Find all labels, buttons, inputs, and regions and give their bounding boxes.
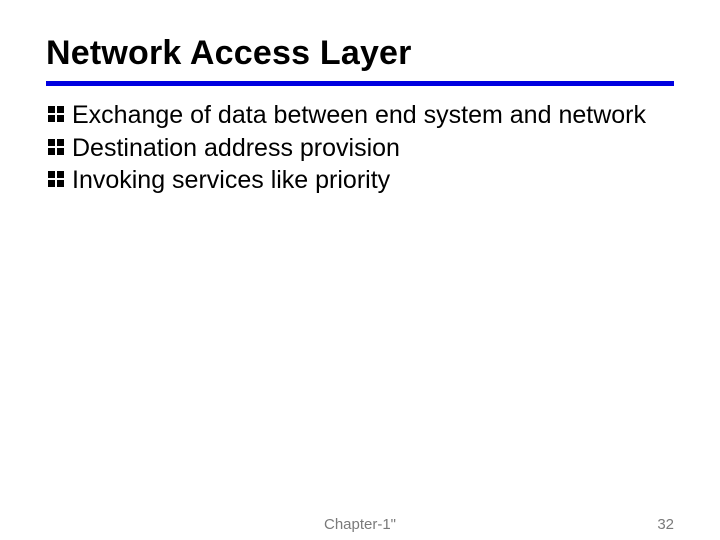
bullet-icon <box>48 106 64 122</box>
title-underline <box>46 81 674 86</box>
slide: Network Access Layer Exchange of data be… <box>0 0 720 540</box>
slide-title: Network Access Layer <box>46 34 674 79</box>
bullet-list: Exchange of data between end system and … <box>46 100 674 196</box>
page-number: 32 <box>657 516 674 533</box>
list-item: Destination address provision <box>48 133 674 164</box>
bullet-text: Exchange of data between end system and … <box>72 100 674 131</box>
list-item: Exchange of data between end system and … <box>48 100 674 131</box>
bullet-text: Invoking services like priority <box>72 165 674 196</box>
bullet-text: Destination address provision <box>72 133 674 164</box>
bullet-icon <box>48 139 64 155</box>
bullet-icon <box>48 171 64 187</box>
footer-center: Chapter-1" <box>324 516 396 533</box>
list-item: Invoking services like priority <box>48 165 674 196</box>
